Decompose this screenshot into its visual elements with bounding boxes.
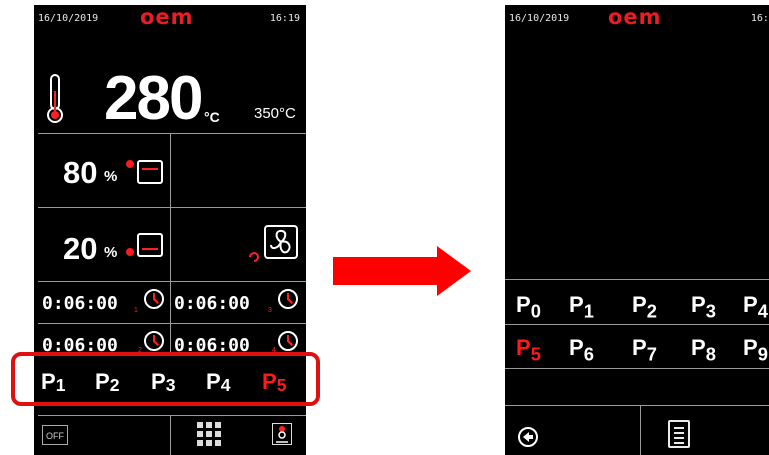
clock-icon	[144, 289, 164, 309]
timer-1[interactable]: 0:06:00	[42, 293, 118, 314]
brand-logo: oem	[140, 5, 194, 29]
program-button-p7[interactable]: P7	[632, 335, 657, 365]
vent-closed-icon[interactable]	[137, 233, 163, 257]
grid-icon[interactable]	[197, 422, 221, 446]
divider	[170, 415, 171, 455]
program-button-p1[interactable]: P1	[569, 292, 594, 322]
divider	[38, 323, 306, 324]
clock-icon	[144, 331, 164, 351]
date: 16/10/2019	[38, 13, 99, 24]
current-temperature: 280	[104, 64, 203, 133]
timer-index: 3	[268, 307, 272, 314]
date: 16/10/2019	[509, 13, 570, 24]
divider	[170, 281, 171, 353]
brand-logo: oem	[608, 5, 662, 29]
divider	[505, 279, 769, 280]
humidity-2-unit: %	[104, 244, 118, 261]
divider	[38, 133, 306, 134]
divider	[38, 207, 306, 208]
time: 16:19	[750, 13, 769, 24]
temperature-setpoint[interactable]: 350°C	[254, 105, 296, 122]
back-arrow-icon[interactable]	[518, 427, 538, 447]
humidity-1-unit: %	[104, 168, 118, 185]
fan-icon[interactable]	[264, 225, 298, 259]
divider	[505, 324, 769, 325]
clock-icon	[278, 289, 298, 309]
person-icon[interactable]	[272, 423, 292, 445]
program-button-p0[interactable]: P0	[516, 292, 541, 322]
vent-open-icon[interactable]	[137, 160, 163, 184]
time: 16:19	[269, 13, 300, 24]
temperature-unit: °C	[204, 109, 220, 125]
program-button-p4[interactable]: P4	[743, 292, 768, 322]
right-screen: 16/10/2019 oem 16:19 P0 P1 P2 P3 P4 P5 P…	[505, 5, 769, 455]
save-icon[interactable]	[668, 420, 690, 448]
arrow-right-icon	[333, 246, 471, 296]
program-button-p9[interactable]: P9	[743, 335, 768, 365]
divider	[505, 405, 769, 406]
status-dot	[126, 248, 134, 256]
divider	[640, 405, 641, 455]
thermometer-icon	[47, 74, 63, 123]
timer-3[interactable]: 0:06:00	[174, 293, 250, 314]
humidity-2-value[interactable]: 20	[63, 231, 97, 267]
timer-index: 1	[134, 307, 138, 314]
humidity-1-value[interactable]: 80	[63, 155, 97, 191]
clock-icon	[278, 331, 298, 351]
program-button-p6[interactable]: P6	[569, 335, 594, 365]
program-button-p2[interactable]: P2	[632, 292, 657, 322]
divider	[38, 415, 306, 416]
rotation-icon	[249, 252, 259, 262]
off-button[interactable]: OFF	[42, 425, 68, 445]
program-button-p8[interactable]: P8	[691, 335, 716, 365]
divider	[38, 281, 306, 282]
header: 16/10/2019 oem 16:19	[34, 5, 306, 35]
divider	[505, 368, 769, 369]
program-button-p3[interactable]: P3	[691, 292, 716, 322]
program-row-highlight	[11, 352, 320, 406]
header: 16/10/2019 oem 16:19	[505, 5, 769, 35]
program-button-p5[interactable]: P5	[516, 335, 541, 365]
status-dot	[126, 160, 134, 168]
